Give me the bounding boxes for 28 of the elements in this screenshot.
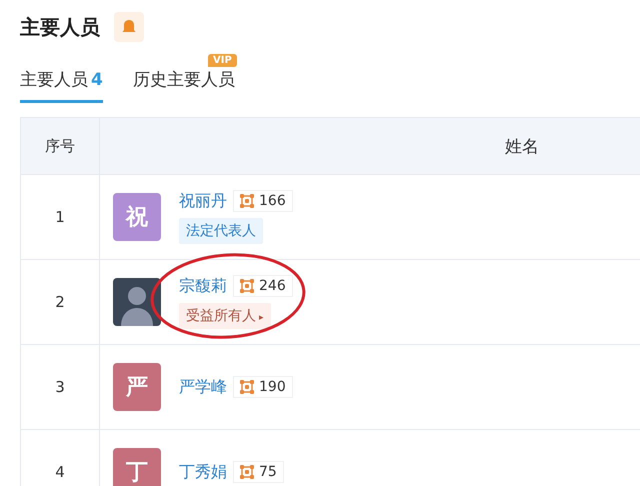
column-header: 序号: [20, 118, 100, 174]
network-icon: [240, 379, 254, 395]
avatar: 祝: [113, 193, 161, 241]
network-icon: [240, 193, 254, 209]
column-header: 姓名: [100, 118, 640, 174]
avatar: 严: [113, 363, 161, 411]
related-count: 75: [233, 461, 284, 483]
related-count: 166: [233, 190, 293, 212]
related-count: 246: [233, 275, 293, 297]
panel-title: 主要人员: [20, 14, 100, 40]
vip-badge: VIP: [208, 54, 237, 67]
row-number: 2: [20, 260, 100, 344]
person-name-link[interactable]: 宗馥莉: [179, 276, 227, 296]
person-name-link[interactable]: 丁秀娟: [179, 462, 227, 482]
related-count: 190: [233, 376, 293, 398]
bell-icon: [114, 12, 144, 42]
row-number: 3: [20, 344, 100, 430]
photo-placeholder: [113, 278, 161, 326]
row-number: 4: [20, 430, 100, 486]
role-tag: 法定代表人: [179, 218, 263, 244]
person-name-link[interactable]: 祝丽丹: [179, 190, 227, 212]
network-icon: [240, 278, 254, 294]
network-icon: [240, 464, 254, 480]
row-number: 1: [20, 174, 100, 260]
person-name-link[interactable]: 严学峰: [179, 376, 227, 398]
role-tag[interactable]: 受益所有人 ▸: [179, 303, 271, 329]
tab[interactable]: 主要人员 4: [20, 62, 103, 103]
avatar: 丁: [113, 448, 161, 486]
